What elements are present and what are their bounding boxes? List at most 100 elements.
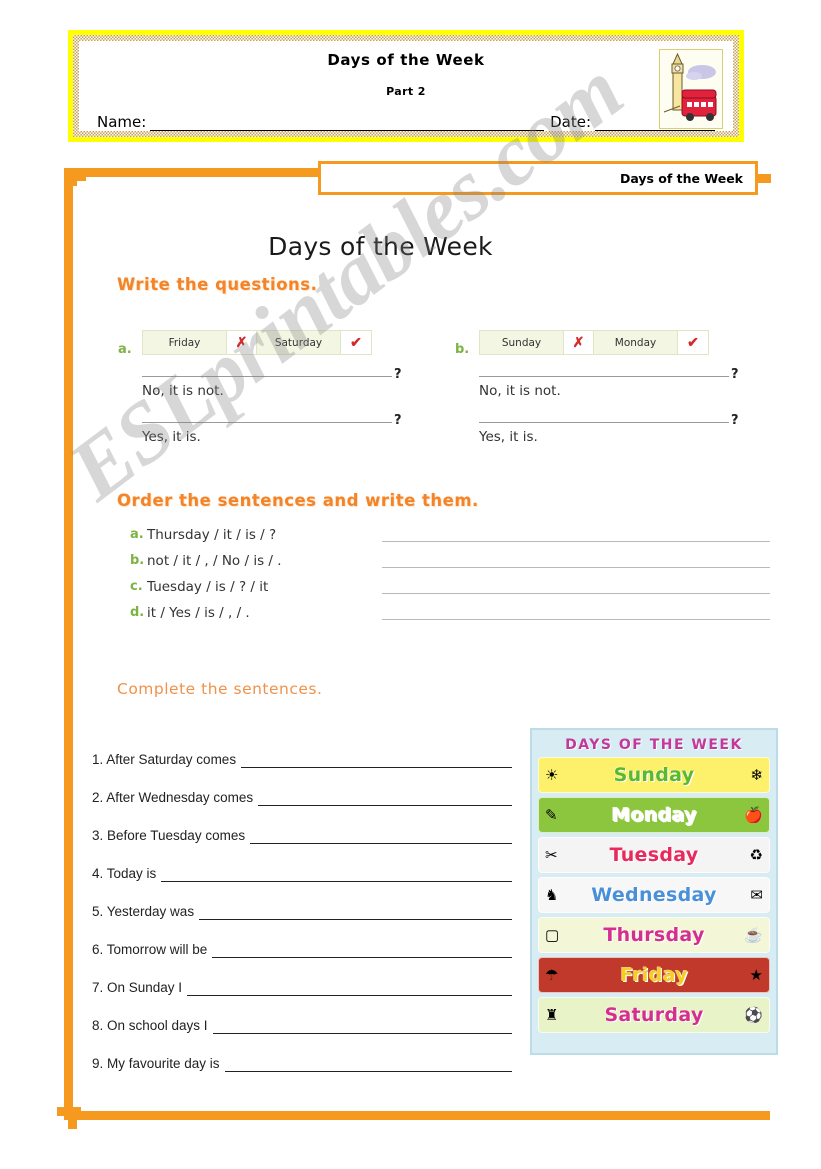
poster-band-tuesday: ✂ Tuesday ♻ [538, 837, 770, 873]
cup-icon: ☕ [744, 927, 763, 944]
order-item-text-b: not / it / , / No / is / . [147, 553, 282, 569]
poster-band-saturday: ♜ Saturday ⚽ [538, 997, 770, 1033]
question-mark-4: ? [731, 413, 739, 428]
order-item-label-c: c. [130, 579, 143, 594]
check-mark-1: ✔ [341, 331, 371, 354]
poster-day-name-thursday: Thursday [603, 924, 705, 946]
check-mark-2: ✔ [678, 331, 708, 354]
poster-band-thursday: ▢ Thursday ☕ [538, 917, 770, 953]
complete-blank-7[interactable] [187, 981, 512, 996]
complete-blank-3[interactable] [250, 829, 512, 844]
page-title: Days of the Week [268, 232, 493, 261]
order-answer-line-b[interactable] [382, 567, 770, 568]
day-cell-1: Friday [143, 331, 227, 354]
complete-item-text-1: 1. After Saturday comes [92, 752, 237, 767]
name-label: Name: [97, 113, 147, 131]
header-inner: Days of the Week Part 2 Name: Date: [79, 41, 733, 131]
frame-top-border [64, 168, 320, 177]
complete-item-text-5: 5. Yesterday was [92, 904, 195, 919]
complete-blank-8[interactable] [212, 1019, 512, 1034]
name-input-line[interactable] [150, 117, 545, 131]
order-item-label-d: d. [130, 605, 145, 620]
complete-blank-9[interactable] [224, 1057, 512, 1072]
write-questions-heading: Write the questions. [117, 275, 318, 294]
order-sentence-row: a. Thursday / it / is / ? [130, 524, 770, 550]
envelope-icon: ✉ [750, 887, 763, 904]
complete-item-text-4: 4. Today is [92, 866, 157, 881]
order-answer-line-c[interactable] [382, 593, 770, 594]
complete-blank-4[interactable] [161, 867, 512, 882]
poster-day-name-monday: Monday [611, 804, 697, 826]
header-speckled-frame: Days of the Week Part 2 Name: Date: [73, 35, 739, 137]
answer-line-4[interactable] [479, 422, 729, 423]
answer-line-3[interactable] [479, 376, 729, 377]
order-item-label-a: a. [130, 527, 144, 542]
sun-icon: ☀ [545, 767, 559, 784]
frame-left-border [64, 168, 73, 1120]
complete-sentence-row: 2. After Wednesday comes [92, 768, 512, 806]
complete-blank-5[interactable] [199, 905, 512, 920]
header-title: Days of the Week [327, 51, 485, 69]
complete-blank-1[interactable] [241, 753, 512, 768]
question-mark-2: ? [394, 413, 402, 428]
frame-bottom-vertical-notch [68, 1107, 77, 1129]
item-label-a: a. [118, 342, 132, 357]
tab-label: Days of the Week [619, 171, 743, 186]
complete-sentence-row: 3. Before Tuesday comes [92, 806, 512, 844]
complete-sentences-heading: Complete the sentences. [117, 680, 323, 698]
poster-day-name-sunday: Sunday [613, 764, 695, 786]
worksheet-page: Days of the Week Part 2 Name: Date: Days… [0, 0, 821, 1169]
complete-sentence-row: 9. My favourite day is [92, 1034, 512, 1072]
complete-sentence-row: 4. Today is [92, 844, 512, 882]
answer-line-1[interactable] [142, 376, 392, 377]
complete-blank-2[interactable] [258, 791, 512, 806]
order-answer-line-d[interactable] [382, 619, 770, 620]
complete-blank-6[interactable] [212, 943, 512, 958]
date-label: Date: [550, 113, 591, 131]
response-text-3: No, it is not. [479, 383, 561, 399]
complete-item-text-2: 2. After Wednesday comes [92, 790, 254, 805]
figure-icon: ♞ [545, 887, 559, 904]
complete-sentence-row: 8. On school days I [92, 996, 512, 1034]
day-table-a: Friday ✗ Saturday ✔ [142, 330, 372, 355]
big-ben-bus-illustration [659, 49, 723, 129]
question-mark-1: ? [394, 367, 402, 382]
poster-band-wednesday: ♞ Wednesday ✉ [538, 877, 770, 913]
order-item-label-b: b. [130, 553, 145, 568]
day-table-b: Sunday ✗ Monday ✔ [479, 330, 709, 355]
star-icon: ★ [749, 967, 763, 984]
order-item-text-d: it / Yes / is / , / . [147, 605, 250, 621]
cross-mark-1: ✗ [227, 331, 257, 354]
complete-sentences-list: 1. After Saturday comes 2. After Wednesd… [92, 730, 512, 1072]
poster-band-monday: ✎ Monday 🍎 [538, 797, 770, 833]
scissors-icon: ✂ [545, 847, 558, 864]
paper-icon: ▢ [545, 927, 560, 944]
question-mark-3: ? [731, 367, 739, 382]
pencil-icon: ✎ [545, 807, 558, 824]
poster-day-name-tuesday: Tuesday [609, 844, 699, 866]
poster-day-name-friday: Friday [620, 964, 688, 986]
answer-line-2[interactable] [142, 422, 392, 423]
complete-sentence-row: 6. Tomorrow will be [92, 920, 512, 958]
response-text-4: Yes, it is. [479, 429, 538, 445]
header-box: Days of the Week Part 2 Name: Date: [68, 30, 744, 142]
poster-day-name-saturday: Saturday [604, 1004, 704, 1026]
complete-item-text-9: 9. My favourite day is [92, 1056, 220, 1071]
complete-sentence-row: 7. On Sunday I [92, 958, 512, 996]
complete-item-text-7: 7. On Sunday I [92, 980, 183, 995]
response-text-2: Yes, it is. [142, 429, 201, 445]
order-sentence-row: c. Tuesday / is / ? / it [130, 576, 770, 602]
order-sentences-list: a. Thursday / it / is / ? b. not / it / … [130, 524, 770, 628]
order-answer-line-a[interactable] [382, 541, 770, 542]
cross-mark-2: ✗ [564, 331, 594, 354]
frame-top-notch [64, 172, 86, 181]
order-item-text-a: Thursday / it / is / ? [147, 527, 277, 543]
complete-item-text-3: 3. Before Tuesday comes [92, 828, 246, 843]
order-sentence-row: b. not / it / , / No / is / . [130, 550, 770, 576]
castle-icon: ♜ [545, 1007, 559, 1024]
recycle-icon: ♻ [749, 847, 763, 864]
complete-item-text-6: 6. Tomorrow will be [92, 942, 208, 957]
header-part-label: Part 2 [386, 85, 426, 98]
ball-icon: ⚽ [744, 1007, 763, 1024]
section-tab: Days of the Week [318, 161, 758, 195]
